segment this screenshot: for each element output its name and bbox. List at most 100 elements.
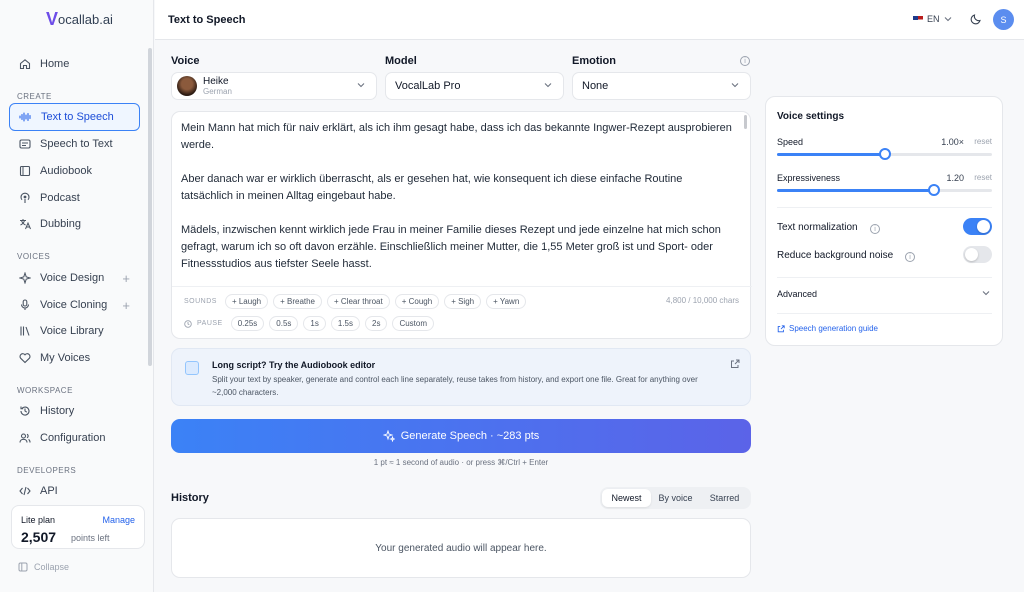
sidebar-item-my-voices[interactable]: My Voices [9, 344, 140, 372]
expressiveness-value: 1.20 [946, 173, 964, 183]
model-select[interactable]: VocalLab Pro [385, 72, 564, 100]
sidebar-item-podcast[interactable]: Podcast [9, 184, 140, 212]
speed-label: Speed [777, 137, 804, 147]
chevron-down-icon [731, 83, 739, 88]
banner-title: Long script? Try the Audiobook editor [212, 360, 376, 370]
reduce-noise-info-icon[interactable]: i [905, 252, 915, 262]
page-title: Text to Speech [168, 14, 246, 26]
tab-by-voice[interactable]: By voice [651, 489, 700, 507]
speed-slider[interactable] [777, 148, 992, 160]
sidebar-item-voice-cloning[interactable]: Voice Cloning + [9, 291, 140, 319]
toggle-knob [965, 248, 978, 261]
voice-label: Voice [171, 55, 200, 67]
script-editor[interactable]: Mein Mann hat mich für naiv erklärt, als… [171, 111, 752, 339]
sound-breathe-button[interactable]: + Breathe [273, 294, 323, 309]
add-voice-design-icon[interactable]: + [122, 271, 130, 286]
code-icon [18, 485, 31, 498]
speed-reset-button[interactable]: reset [974, 137, 992, 146]
sidebar-item-text-to-speech[interactable]: Text to Speech [9, 103, 140, 131]
sidebar-item-label: Home [40, 58, 70, 70]
emotion-info-icon[interactable]: i [740, 56, 750, 66]
dark-mode-toggle-icon[interactable] [970, 13, 982, 25]
sidebar-item-configuration[interactable]: Configuration [9, 424, 140, 452]
sidebar-item-home[interactable]: Home [9, 50, 140, 78]
book-icon [185, 361, 199, 375]
expressiveness-slider-handle[interactable] [927, 184, 940, 196]
sound-laugh-button[interactable]: + Laugh [224, 294, 269, 309]
sidebar-scrollbar[interactable] [148, 48, 152, 366]
pause-custom-button[interactable]: Custom [392, 316, 435, 331]
sidebar-item-label: Configuration [40, 432, 106, 444]
generate-speech-button[interactable]: Generate Speech · ~283 pts [171, 419, 751, 453]
sparkle-icon [18, 272, 31, 285]
toggle-knob [977, 220, 990, 233]
plan-name: Lite plan [21, 515, 56, 525]
emotion-select[interactable]: None [572, 72, 751, 100]
sounds-label: SOUNDS [184, 298, 217, 305]
pause-label: PAUSE [197, 320, 223, 327]
collapse-sidebar-button[interactable]: Collapse [18, 562, 69, 572]
advanced-accordion[interactable]: Advanced [777, 289, 817, 299]
voice-settings-panel: Voice settings Speed 1.00× reset Express… [765, 96, 1003, 346]
expressiveness-slider[interactable] [777, 184, 992, 196]
panel-divider [777, 313, 992, 314]
script-paragraph: Aber danach war er wirklich überrascht, … [181, 173, 683, 202]
text-normalization-info-icon[interactable]: i [870, 224, 880, 234]
sidebar-item-label: Voice Design [40, 272, 105, 284]
generate-hint: 1 pt ≈ 1 second of audio · or press ⌘/Ct… [373, 458, 549, 467]
pause-05s-button[interactable]: 0.5s [269, 316, 299, 331]
reduce-noise-toggle[interactable] [963, 246, 992, 263]
sound-sigh-button[interactable]: + Sigh [444, 294, 482, 309]
history-tabs: Newest By voice Starred [600, 487, 751, 509]
sidebar-item-speech-to-text[interactable]: Speech to Text [9, 130, 140, 158]
sound-cough-button[interactable]: + Cough [394, 294, 440, 309]
panel-divider [777, 277, 992, 278]
sidebar-item-api[interactable]: API [9, 477, 140, 505]
history-icon [18, 405, 31, 418]
sidebar-item-voice-library[interactable]: Voice Library [9, 317, 140, 345]
points-label: points left [71, 533, 110, 543]
voice-select[interactable]: Heike German [171, 72, 377, 100]
sound-clear-throat-button[interactable]: + Clear throat [327, 294, 390, 309]
script-textarea[interactable]: Mein Mann hat mich für naiv erklärt, als… [181, 120, 737, 290]
podcast-icon [18, 192, 31, 205]
language-selector[interactable]: EN [913, 14, 952, 24]
sidebar: V ocallab.ai Home CREATE Text to Speech … [0, 0, 154, 592]
text-normalization-toggle[interactable] [963, 218, 992, 235]
pause-2s-button[interactable]: 2s [365, 316, 388, 331]
microphone-icon [18, 299, 31, 312]
sound-yawn-button[interactable]: + Yawn [486, 294, 527, 309]
chevron-down-icon[interactable] [982, 290, 990, 296]
tab-starred[interactable]: Starred [700, 489, 749, 507]
speech-guide-link[interactable]: Speech generation guide [777, 324, 878, 333]
external-link-icon[interactable] [730, 359, 740, 369]
pause-tags-row: PAUSE 0.25s 0.5s 1s 1.5s 2s Custom [184, 316, 435, 331]
speed-slider-handle[interactable] [878, 148, 891, 160]
sidebar-item-label: Dubbing [40, 218, 81, 230]
sidebar-item-audiobook[interactable]: Audiobook [9, 157, 140, 185]
pause-1s-button[interactable]: 1s [303, 316, 326, 331]
audiobook-banner[interactable]: Long script? Try the Audiobook editor Sp… [171, 348, 751, 406]
manage-plan-link[interactable]: Manage [102, 515, 135, 525]
pause-15s-button[interactable]: 1.5s [330, 316, 360, 331]
language-code: EN [927, 14, 940, 24]
sidebar-item-history[interactable]: History [9, 397, 140, 425]
emotion-label: Emotion [572, 55, 616, 67]
editor-scrollbar[interactable] [744, 115, 747, 129]
sidebar-item-voice-design[interactable]: Voice Design + [9, 264, 140, 292]
top-bar: Text to Speech EN S [155, 0, 1024, 40]
collapse-label: Collapse [34, 562, 70, 572]
add-voice-clone-icon[interactable]: + [122, 298, 130, 313]
logo[interactable]: V ocallab.ai [46, 8, 113, 30]
tab-newest[interactable]: Newest [602, 489, 651, 507]
plan-card: Lite plan Manage 2,507 points left [11, 505, 145, 549]
clock-icon [184, 319, 192, 328]
reduce-noise-row: Reduce background noise i [777, 246, 992, 264]
sidebar-item-dubbing[interactable]: Dubbing [9, 210, 140, 238]
speed-slider-fill [777, 153, 885, 156]
avatar[interactable]: S [993, 9, 1014, 30]
sidebar-item-label: Voice Library [40, 325, 104, 337]
expressiveness-reset-button[interactable]: reset [974, 173, 992, 182]
pause-025s-button[interactable]: 0.25s [230, 316, 265, 331]
sidebar-item-label: Text to Speech [41, 111, 114, 123]
